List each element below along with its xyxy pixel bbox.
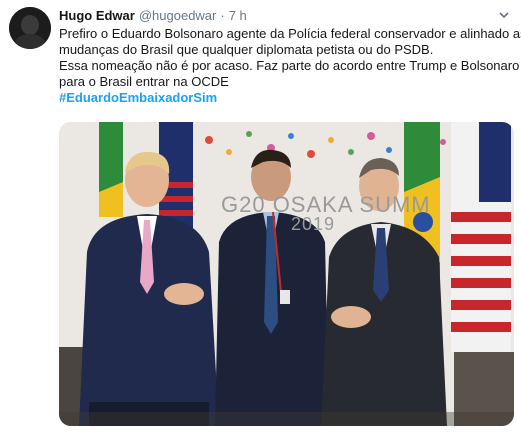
chevron-down-icon[interactable] <box>498 9 510 21</box>
tweet-header: Hugo Edwar @hugoedwar · 7 h <box>59 8 247 24</box>
backdrop-year: 2019 <box>291 214 336 234</box>
hashtag-link[interactable]: #EduardoEmbaixadorSim <box>59 90 514 106</box>
tweet-photo[interactable]: G20 OSAKA SUMM 2019 <box>59 122 514 426</box>
tweet-line: mudanças do Brasil que qualquer diplomat… <box>59 42 434 57</box>
author-name[interactable]: Hugo Edwar <box>59 8 135 23</box>
photo-image <box>59 122 514 426</box>
tweet: Hugo Edwar @hugoedwar · 7 h Prefiro o Eduar… <box>0 0 521 433</box>
author-handle[interactable]: @hugoedwar <box>139 8 217 23</box>
tweet-line: para o Brasil entrar na OCDE <box>59 74 229 89</box>
separator-dot: · <box>220 8 225 23</box>
tweet-text: Prefiro o Eduardo Bolsonaro agente da Po… <box>59 26 521 106</box>
tweet-line: Essa nomeação não é por acaso. Faz parte… <box>59 58 520 73</box>
tweet-line: Prefiro o Eduardo Bolsonaro agente da Po… <box>59 26 521 41</box>
avatar[interactable] <box>9 7 51 49</box>
tweet-time[interactable]: 7 h <box>229 8 247 23</box>
avatar-image <box>9 7 51 49</box>
